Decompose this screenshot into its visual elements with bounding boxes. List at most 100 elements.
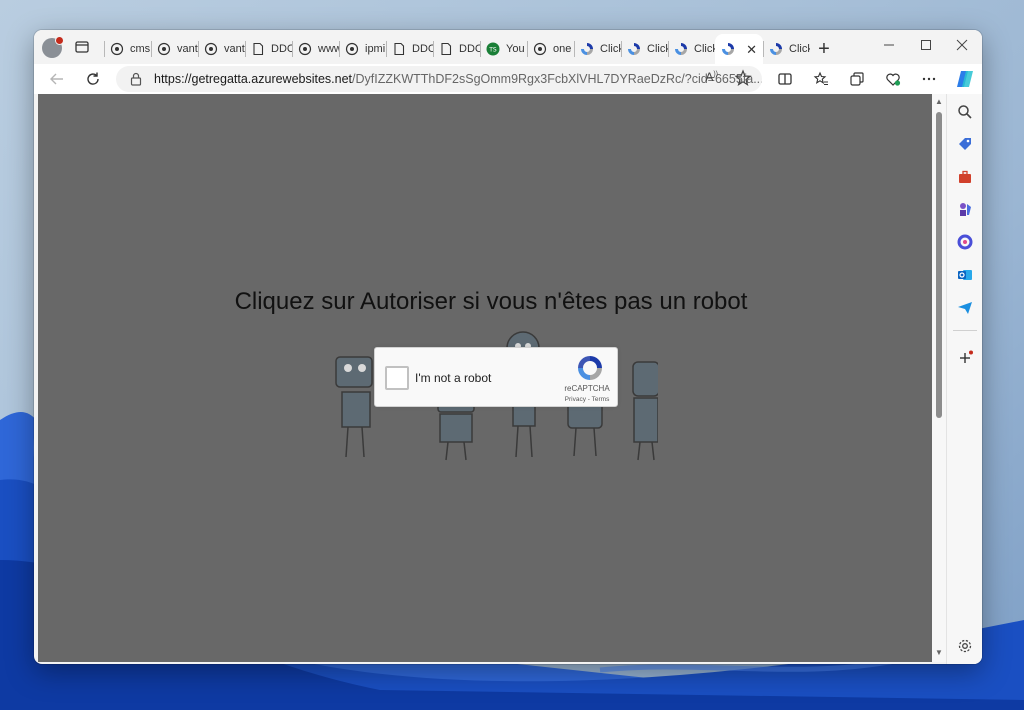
tab-label: vant xyxy=(224,43,245,55)
tab-label: DDC xyxy=(271,43,292,55)
chess-piece-icon xyxy=(960,203,971,216)
scroll-down-icon[interactable]: ▼ xyxy=(935,648,943,657)
tab-label: cms xyxy=(130,43,151,55)
search-icon xyxy=(958,105,972,119)
tab-label: Click xyxy=(789,43,810,55)
tab[interactable]: www xyxy=(292,34,339,64)
sidebar-outlook-button[interactable] xyxy=(955,265,975,285)
lock-icon[interactable] xyxy=(130,72,142,86)
tab[interactable]: vant xyxy=(198,34,245,64)
tab[interactable]: Click xyxy=(763,34,810,64)
tab-label: one xyxy=(553,43,572,55)
back-button[interactable] xyxy=(44,67,70,91)
close-tab-icon[interactable]: ✕ xyxy=(746,42,757,58)
copilot-icon xyxy=(957,71,973,87)
recaptcha-icon xyxy=(674,42,688,56)
navigation-toolbar: https://getregatta.azurewebsites.net/Dyf… xyxy=(34,64,982,94)
shield-icon xyxy=(533,42,547,56)
address-bar[interactable]: https://getregatta.azurewebsites.net/Dyf… xyxy=(116,66,762,92)
maximize-button[interactable] xyxy=(906,30,946,60)
tab[interactable]: Click xyxy=(574,34,621,64)
recaptcha-links: Privacy - Terms xyxy=(559,396,615,403)
url-path: /DyfIZZKWTThDF2sSgOmm9Rgx3FcbXlVHL7DYRae… xyxy=(352,72,762,86)
sidebar-search-button[interactable] xyxy=(955,102,975,122)
scrollbar-thumb[interactable] xyxy=(936,112,942,418)
tab-actions-icon[interactable] xyxy=(74,39,90,55)
tab[interactable]: vant xyxy=(151,34,198,64)
tab[interactable]: Click xyxy=(621,34,668,64)
svg-text:TS: TS xyxy=(488,47,497,54)
page-icon xyxy=(251,42,265,56)
sidebar-drop-button[interactable] xyxy=(955,298,975,318)
split-screen-icon xyxy=(778,73,792,85)
tab[interactable]: TS You xyxy=(480,34,527,64)
recaptcha-widget: I'm not a robot reCAPTCHA Privacy - Term… xyxy=(374,347,618,407)
arrow-left-icon xyxy=(50,73,63,85)
tab[interactable]: Click xyxy=(668,34,715,64)
tab-label: Click xyxy=(600,43,621,55)
recaptcha-brand: reCAPTCHA xyxy=(564,384,610,393)
send-icon xyxy=(958,302,972,314)
read-aloud-icon[interactable]: A)) xyxy=(705,70,718,84)
favorites-icon xyxy=(813,71,828,86)
sidebar-games-button[interactable] xyxy=(955,199,975,219)
sidebar-tools-button[interactable] xyxy=(955,167,975,187)
recaptcha-icon xyxy=(580,42,594,56)
collections-button[interactable] xyxy=(844,67,870,91)
recaptcha-icon xyxy=(627,42,641,56)
tag-icon xyxy=(959,138,971,150)
page-headline: Cliquez sur Autoriser si vous n'êtes pas… xyxy=(234,288,748,315)
profile-avatar[interactable] xyxy=(42,36,64,58)
tab-label: You xyxy=(506,43,525,55)
tab-label: www xyxy=(318,43,339,55)
scroll-up-icon[interactable]: ▲ xyxy=(935,97,943,106)
split-screen-button[interactable] xyxy=(772,67,798,91)
new-tab-button[interactable]: + xyxy=(810,34,838,64)
terms-link[interactable]: Terms xyxy=(592,396,610,403)
sidebar-m365-button[interactable] xyxy=(955,232,975,252)
tab-label: DDC xyxy=(459,43,480,55)
plus-icon xyxy=(960,350,973,363)
tab[interactable]: DDC xyxy=(245,34,292,64)
not-a-robot-checkbox[interactable] xyxy=(385,366,409,390)
tab[interactable]: DDC xyxy=(433,34,480,64)
tab[interactable]: DDC xyxy=(386,34,433,64)
favorites-button[interactable] xyxy=(808,67,834,91)
gear-icon xyxy=(958,639,972,653)
star-icon[interactable] xyxy=(734,69,752,87)
tab[interactable]: ipmi xyxy=(339,34,386,64)
tab-strip: cms vant vant DDC www ipmi DDC DDC TS You one Click… xyxy=(104,34,838,64)
tab-active[interactable]: ✕ xyxy=(715,34,763,64)
shield-icon xyxy=(110,42,124,56)
browser-essentials-button[interactable] xyxy=(880,67,906,91)
minimize-button[interactable] xyxy=(869,30,909,60)
maximize-icon xyxy=(921,40,931,50)
collections-icon xyxy=(850,72,864,86)
refresh-button[interactable] xyxy=(80,67,106,91)
recaptcha-icon xyxy=(769,42,783,56)
edge-sidebar xyxy=(946,94,982,664)
minimize-icon xyxy=(884,44,894,46)
privacy-link[interactable]: Privacy xyxy=(565,396,586,403)
sidebar-shopping-button[interactable] xyxy=(955,134,975,154)
close-window-button[interactable] xyxy=(942,30,982,60)
recaptcha-icon xyxy=(721,42,735,56)
recaptcha-logo-icon xyxy=(578,356,602,380)
tab-label: ipmi xyxy=(365,43,386,55)
vertical-scrollbar[interactable]: ▲ ▼ xyxy=(932,94,946,662)
page-icon xyxy=(392,42,406,56)
sidebar-add-button[interactable] xyxy=(955,348,975,368)
tab[interactable]: cms xyxy=(104,34,151,64)
browser-window: cms vant vant DDC www ipmi DDC DDC TS You one Click… xyxy=(34,30,982,664)
page-icon xyxy=(439,42,453,56)
sidebar-settings-button[interactable] xyxy=(955,636,975,656)
more-options-button[interactable] xyxy=(916,67,942,91)
close-icon xyxy=(956,39,968,51)
checkbox-label: I'm not a robot xyxy=(415,371,492,385)
tab-bar: cms vant vant DDC www ipmi DDC DDC TS You one Click… xyxy=(34,30,982,64)
copilot-button[interactable] xyxy=(952,67,978,91)
heart-pulse-icon xyxy=(886,73,901,86)
shield-icon xyxy=(204,42,218,56)
tab[interactable]: one xyxy=(527,34,574,64)
url-host: https://getregatta.azurewebsites.net xyxy=(154,72,353,86)
